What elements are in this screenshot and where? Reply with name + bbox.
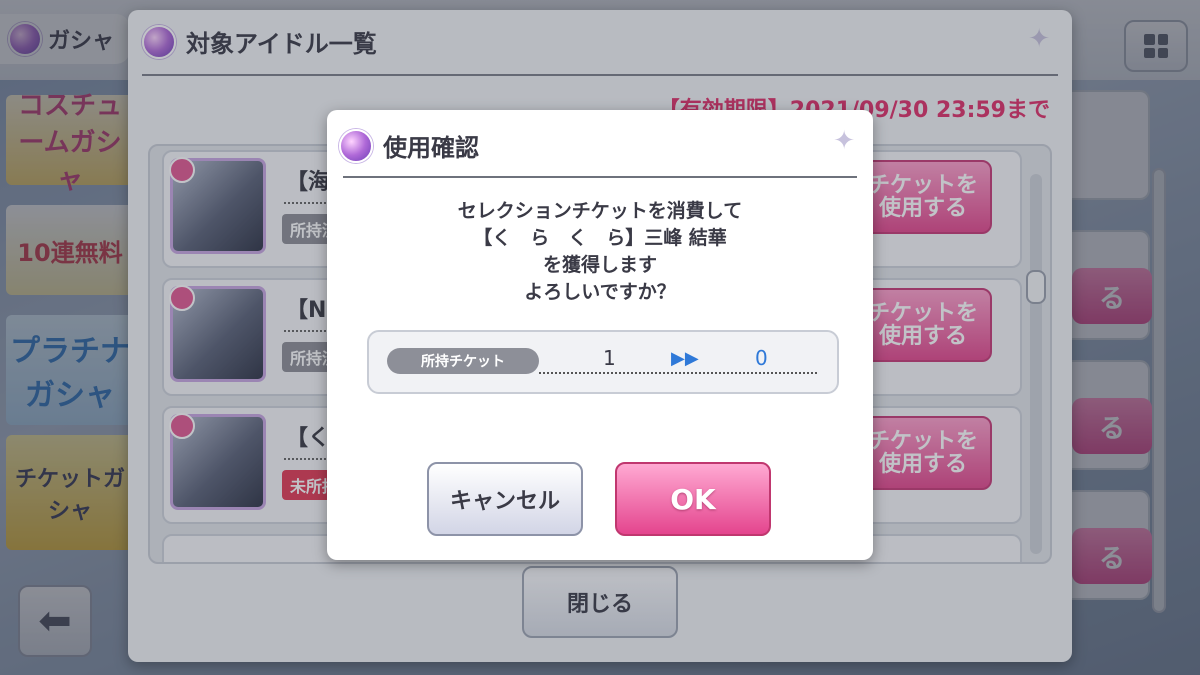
ok-button[interactable]: OK — [615, 462, 771, 536]
confirm-dialog-header: 使用確認 — [339, 128, 479, 163]
cancel-button[interactable]: キャンセル — [427, 462, 583, 536]
message-line: よろしいですか？ — [524, 281, 676, 303]
ticket-count-after: 0 — [755, 346, 768, 370]
orb-icon — [339, 128, 373, 163]
message-line: 【く ら く ら】三峰 結華 — [473, 227, 727, 249]
confirm-dialog: 使用確認 ✦ セレクションチケットを消費して 【く ら く ら】三峰 結華 を獲… — [327, 110, 873, 560]
ticket-label: 所持チケット — [387, 348, 539, 374]
divider — [343, 176, 857, 178]
confirm-dialog-title: 使用確認 — [383, 134, 479, 162]
double-arrow-icon: ▶▶ — [671, 348, 699, 369]
dotted-line — [539, 372, 817, 374]
ticket-count-before: 1 — [603, 346, 616, 370]
message-line: を獲得します — [542, 254, 657, 276]
sparkle-icon: ✦ — [833, 126, 855, 156]
ticket-count-box: 所持チケット 1 ▶▶ 0 — [367, 330, 839, 394]
confirm-message: セレクションチケットを消費して 【く ら く ら】三峰 結華 を獲得します よろ… — [327, 198, 873, 306]
message-line: セレクションチケットを消費して — [457, 200, 743, 222]
